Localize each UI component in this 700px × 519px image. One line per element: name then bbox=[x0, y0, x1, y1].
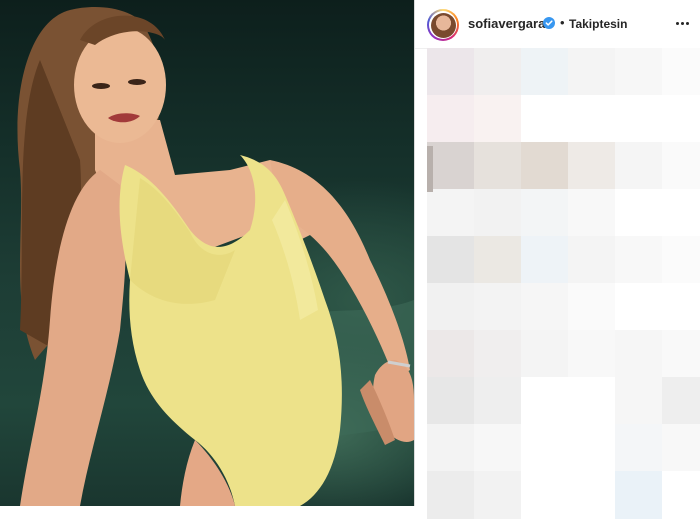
post-image[interactable] bbox=[0, 0, 414, 506]
mosaic-block bbox=[662, 471, 700, 519]
mosaic-block bbox=[474, 330, 522, 378]
censored-comments-mosaic bbox=[415, 48, 700, 519]
mosaic-block bbox=[474, 471, 522, 519]
mosaic-block bbox=[521, 142, 569, 190]
mosaic-block bbox=[568, 142, 616, 190]
mosaic-block bbox=[615, 377, 663, 425]
post-side-panel: sofiavergara • Takiptesin bbox=[415, 0, 700, 519]
mosaic-block bbox=[427, 95, 475, 143]
mosaic-block bbox=[427, 283, 475, 331]
mosaic-block bbox=[615, 95, 663, 143]
more-options-icon[interactable] bbox=[673, 14, 691, 32]
mosaic-block bbox=[615, 424, 663, 472]
avatar[interactable] bbox=[427, 9, 459, 41]
mosaic-block bbox=[662, 189, 700, 237]
mosaic-block bbox=[662, 142, 700, 190]
mosaic-block bbox=[521, 330, 569, 378]
mosaic-block bbox=[521, 236, 569, 284]
separator-dot: • bbox=[560, 15, 565, 30]
mosaic-block bbox=[662, 236, 700, 284]
mosaic-block bbox=[474, 189, 522, 237]
avatar-image bbox=[430, 12, 456, 38]
mosaic-block bbox=[521, 471, 569, 519]
mosaic-block bbox=[615, 48, 663, 96]
username-link[interactable]: sofiavergara bbox=[468, 16, 545, 31]
mosaic-block bbox=[615, 142, 663, 190]
mosaic-block bbox=[568, 377, 616, 425]
mosaic-block bbox=[474, 142, 522, 190]
mosaic-block bbox=[568, 471, 616, 519]
mosaic-block bbox=[474, 48, 522, 96]
mosaic-block bbox=[615, 471, 663, 519]
mosaic-block bbox=[568, 236, 616, 284]
mosaic-block bbox=[568, 48, 616, 96]
mosaic-block bbox=[615, 189, 663, 237]
post-photo-illustration bbox=[17, 7, 414, 506]
mosaic-block bbox=[427, 142, 475, 190]
mosaic-block bbox=[427, 330, 475, 378]
mosaic-block bbox=[615, 236, 663, 284]
mosaic-block bbox=[662, 424, 700, 472]
mosaic-block bbox=[474, 283, 522, 331]
mosaic-block bbox=[427, 471, 475, 519]
mosaic-block bbox=[568, 95, 616, 143]
mosaic-block bbox=[474, 95, 522, 143]
mosaic-block bbox=[521, 189, 569, 237]
mosaic-block bbox=[568, 189, 616, 237]
mosaic-block bbox=[568, 424, 616, 472]
mosaic-block bbox=[474, 377, 522, 425]
mosaic-block bbox=[427, 236, 475, 284]
mosaic-block bbox=[662, 377, 700, 425]
mosaic-block bbox=[615, 330, 663, 378]
mosaic-block bbox=[662, 283, 700, 331]
follow-status-button[interactable]: Takiptesin bbox=[569, 17, 627, 31]
mosaic-block bbox=[662, 330, 700, 378]
mosaic-block bbox=[615, 283, 663, 331]
mosaic-block bbox=[427, 146, 433, 192]
verified-badge-icon bbox=[543, 17, 555, 29]
mosaic-block bbox=[474, 236, 522, 284]
mosaic-block bbox=[521, 283, 569, 331]
mosaic-block bbox=[521, 95, 569, 143]
mosaic-block bbox=[427, 377, 475, 425]
mosaic-block bbox=[427, 189, 475, 237]
mosaic-block bbox=[662, 95, 700, 143]
mosaic-block bbox=[521, 48, 569, 96]
mosaic-block bbox=[521, 424, 569, 472]
mosaic-block bbox=[474, 424, 522, 472]
mosaic-block bbox=[521, 377, 569, 425]
post-header: sofiavergara • Takiptesin bbox=[415, 0, 700, 49]
mosaic-block bbox=[427, 48, 475, 96]
mosaic-block bbox=[568, 283, 616, 331]
mosaic-block bbox=[662, 48, 700, 96]
mosaic-block bbox=[427, 424, 475, 472]
mosaic-block bbox=[568, 330, 616, 378]
